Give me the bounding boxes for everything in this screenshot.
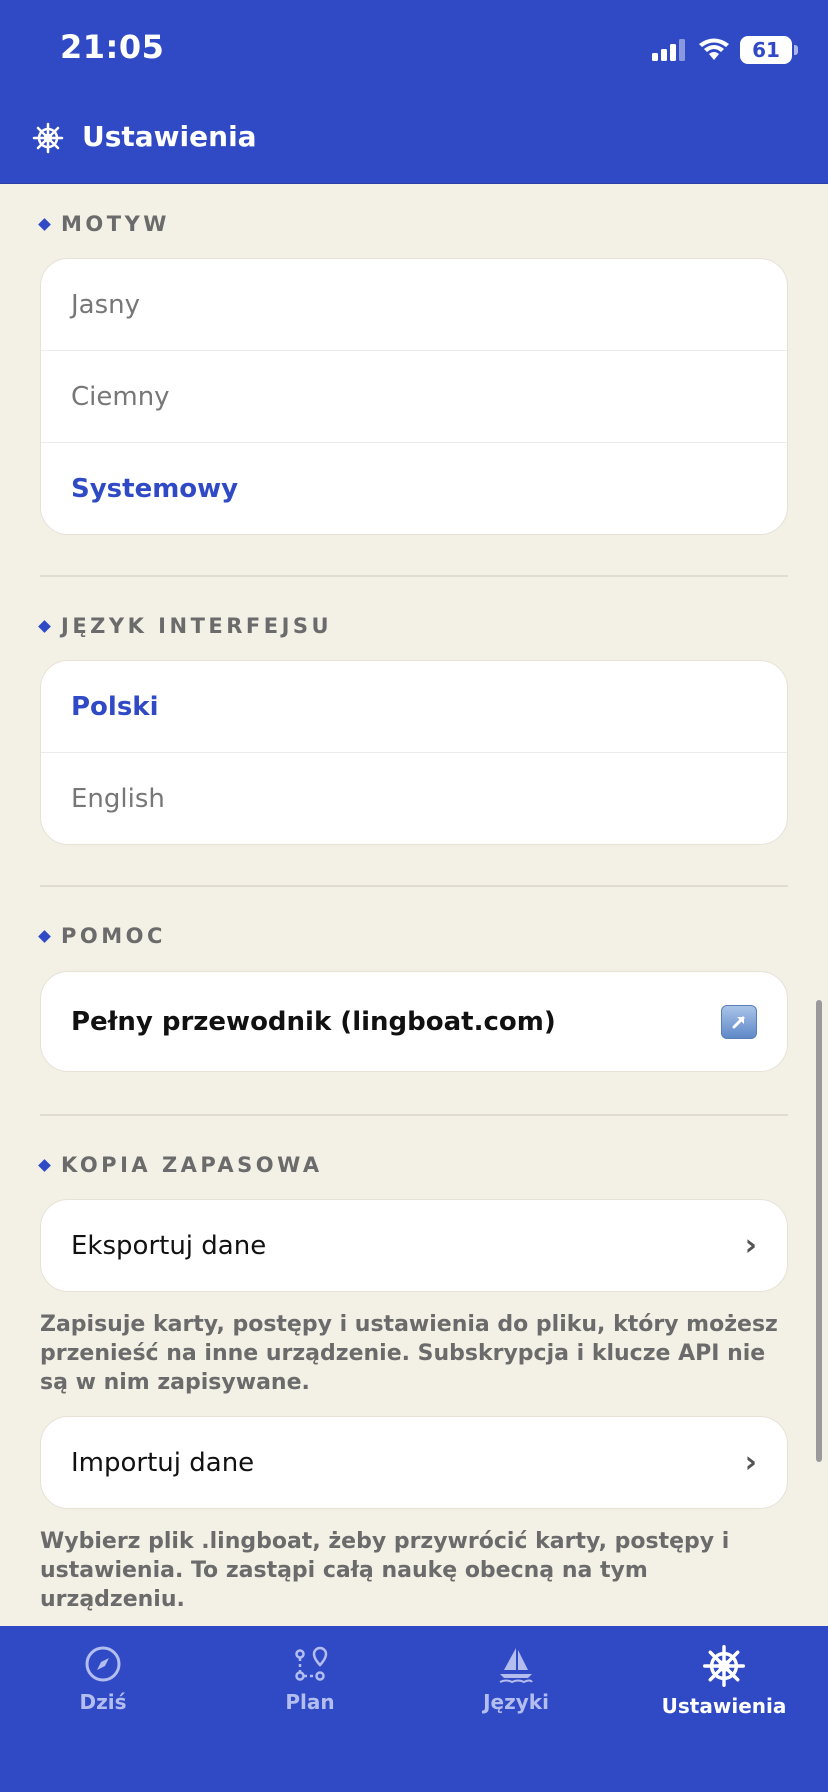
import-card: Importuj dane › [40, 1416, 788, 1509]
diamond-icon [38, 217, 51, 231]
status-time: 21:05 [60, 28, 165, 66]
tab-languages[interactable]: Języki [426, 1644, 606, 1714]
page-title: Ustawienia [82, 120, 257, 153]
scrollbar[interactable] [816, 1000, 822, 1462]
theme-option-dark[interactable]: Ciemny [41, 351, 787, 443]
language-option-polish[interactable]: Polski [41, 661, 787, 753]
help-card: Pełny przewodnik (lingboat.com) [40, 971, 788, 1072]
section-title-theme: MOTYW [38, 212, 170, 236]
status-icons: 61 [652, 34, 798, 66]
full-guide-link[interactable]: Pełny przewodnik (lingboat.com) [41, 972, 787, 1071]
tab-today[interactable]: Dziś [13, 1644, 193, 1714]
divider [40, 885, 788, 887]
import-data-button[interactable]: Importuj dane › [41, 1417, 787, 1508]
divider [40, 575, 788, 577]
top-bar: 21:05 61 Ustawienia [0, 0, 828, 184]
compass-icon [85, 1646, 121, 1682]
diamond-icon [38, 929, 51, 943]
chevron-right-icon: › [744, 1228, 757, 1263]
battery-indicator: 61 [740, 36, 798, 64]
language-option-english[interactable]: English [41, 753, 787, 844]
import-note: Wybierz plik .lingboat, żeby przywrócić … [40, 1529, 730, 1612]
ship-wheel-icon [703, 1645, 745, 1687]
language-card: Polski English [40, 660, 788, 845]
section-title-backup: KOPIA ZAPASOWA [38, 1153, 323, 1177]
theme-option-system[interactable]: Systemowy [41, 443, 787, 534]
settings-content[interactable]: MOTYW Jasny Ciemny Systemowy JĘZYK INTER… [0, 184, 828, 1626]
theme-option-light[interactable]: Jasny [41, 259, 787, 351]
ship-wheel-icon [32, 122, 64, 154]
wifi-icon [699, 38, 729, 60]
diamond-icon [38, 619, 51, 633]
signal-icon [652, 39, 685, 61]
section-title-help: POMOC [38, 924, 166, 948]
export-card: Eksportuj dane › [40, 1199, 788, 1292]
battery-level: 61 [752, 38, 780, 62]
diamond-icon [38, 1158, 51, 1172]
section-title-language: JĘZYK INTERFEJSU [38, 614, 332, 638]
chevron-right-icon: › [744, 1445, 757, 1480]
divider [40, 1114, 788, 1116]
export-note: Zapisuje karty, postępy i ustawienia do … [40, 1312, 778, 1395]
tab-plan[interactable]: Plan [220, 1644, 400, 1714]
sailboat-icon [499, 1648, 533, 1684]
theme-card: Jasny Ciemny Systemowy [40, 258, 788, 535]
bottom-tab-bar: Dziś Plan Języki Ustawienia [0, 1626, 828, 1792]
export-data-button[interactable]: Eksportuj dane › [41, 1200, 787, 1291]
external-link-icon [721, 1004, 757, 1039]
route-icon [295, 1646, 328, 1681]
tab-settings[interactable]: Ustawienia [634, 1644, 814, 1718]
